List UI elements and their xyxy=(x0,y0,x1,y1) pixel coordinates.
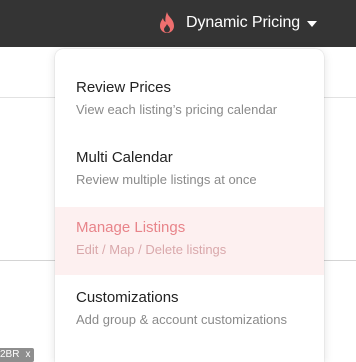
menu-item-title: Multi Calendar xyxy=(76,149,173,166)
flame-icon xyxy=(160,12,174,33)
menu-item-title: Customizations xyxy=(76,289,179,306)
menu-item-multi-calendar[interactable]: Multi Calendar Review multiple listings … xyxy=(55,137,324,205)
close-icon[interactable]: x xyxy=(25,348,30,362)
menu-item-manage-listings[interactable]: Manage Listings Edit / Map / Delete list… xyxy=(55,207,324,275)
caret-down-icon xyxy=(307,20,318,27)
menu-item-description: Review multiple listings at once xyxy=(76,172,257,187)
top-navbar: Dynamic Pricing xyxy=(0,0,356,47)
filter-tag-label: 2BR xyxy=(0,349,20,360)
menu-item-description: Add group & account customizations xyxy=(76,312,288,327)
dynamic-pricing-label: Dynamic Pricing xyxy=(186,14,301,31)
filter-tag-2br[interactable]: 2BR x xyxy=(0,348,35,362)
dynamic-pricing-menu-toggle[interactable]: Dynamic Pricing xyxy=(157,9,318,37)
menu-item-title: Manage Listings xyxy=(76,219,186,236)
dynamic-pricing-dropdown: Review Prices View each listing’s pricin… xyxy=(55,49,324,362)
menu-item-description: View each listing’s pricing calendar xyxy=(76,102,278,117)
menu-item-title: Review Prices xyxy=(76,79,172,96)
menu-item-description: Edit / Map / Delete listings xyxy=(76,242,227,257)
menu-item-review-prices[interactable]: Review Prices View each listing’s pricin… xyxy=(55,67,324,135)
menu-item-customizations[interactable]: Customizations Add group & account custo… xyxy=(55,277,324,345)
